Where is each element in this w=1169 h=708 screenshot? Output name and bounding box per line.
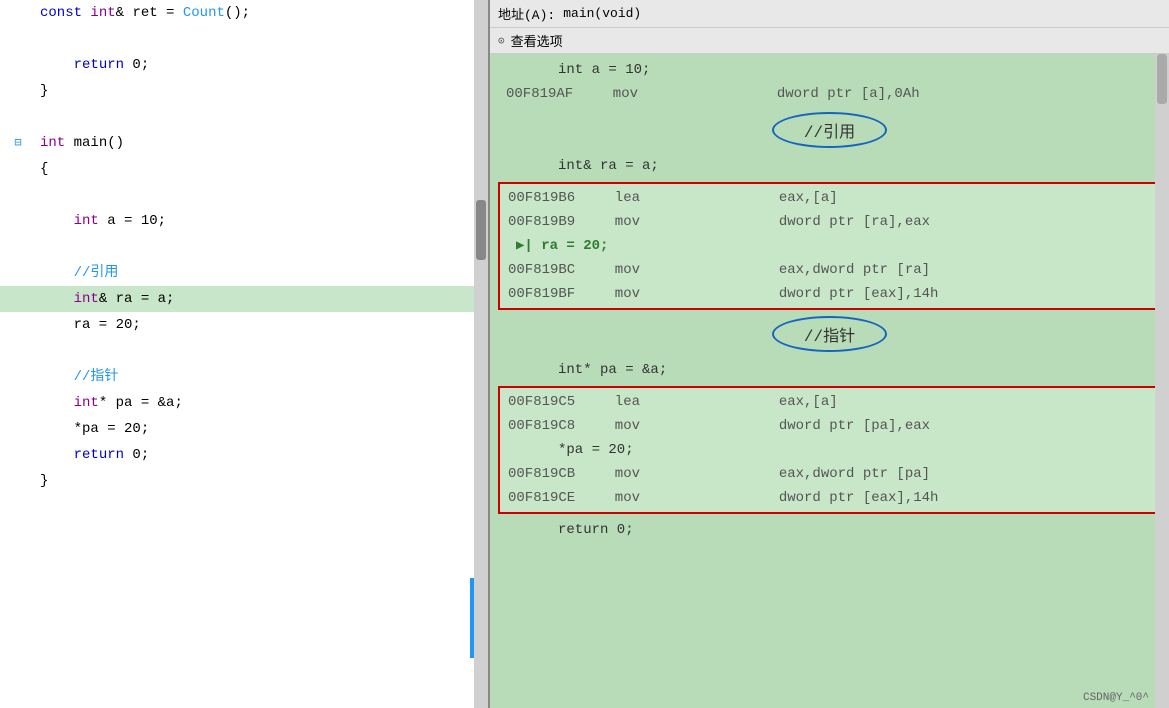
asm-line-f819cb: 00F819CB mov eax,dword ptr [pa]: [504, 462, 1155, 486]
line-content-14: [36, 338, 488, 364]
code-line-15: //指针: [0, 364, 488, 390]
collapse-icon[interactable]: ⊟: [14, 130, 21, 156]
code-line-17: *pa = 20;: [0, 416, 488, 442]
gutter-6: ⊟: [0, 130, 36, 156]
line-content-16: int* pa = &a;: [36, 390, 488, 416]
pointer-annotation: //指针: [772, 316, 887, 352]
blue-oval-pointer: //指针: [498, 316, 1161, 352]
watermark: CSDN@Y_^0^: [1083, 692, 1149, 704]
src-line-a10: int a = 10;: [498, 58, 1161, 82]
code-line-13: ra = 20;: [0, 312, 488, 338]
addr-value: main(void): [563, 6, 641, 21]
line-content-7: {: [36, 156, 488, 182]
src-line-return: return 0;: [498, 518, 1161, 542]
asm-line-f819c5: 00F819C5 lea eax,[a]: [504, 390, 1155, 414]
line-content-2: [36, 26, 488, 52]
asm-line-f819b6: 00F819B6 lea eax,[a]: [504, 186, 1155, 210]
line-content-9: int a = 10;: [36, 208, 488, 234]
src-line-ra-a: int& ra = a;: [498, 154, 1161, 178]
code-line-9: int a = 10;: [0, 208, 488, 234]
line-content-3: return 0;: [36, 52, 488, 78]
source-code-area: const int& ret = Count(); return 0; } ⊟ …: [0, 0, 488, 494]
line-content-4: }: [36, 78, 488, 104]
code-line-3: return 0;: [0, 52, 488, 78]
asm-line-f819c8: 00F819C8 mov dword ptr [pa],eax: [504, 414, 1155, 438]
function-name: Count: [183, 5, 225, 21]
right-panel: 地址(A): main(void) ⊙ 查看选项 int a = 10; 00F…: [490, 0, 1169, 708]
code-line-4: }: [0, 78, 488, 104]
src-line-pa20: *pa = 20;: [504, 438, 1155, 462]
line-content-17: *pa = 20;: [36, 416, 488, 442]
view-options-label[interactable]: 查看选项: [511, 31, 563, 50]
code-line-2: [0, 26, 488, 52]
view-options-bar[interactable]: ⊙ 查看选项: [490, 28, 1169, 54]
arrow-ra-20: ▶| ra = 20;: [504, 234, 1155, 258]
asm-line-f819b9: 00F819B9 mov dword ptr [ra],eax: [504, 210, 1155, 234]
line-content-8: [36, 182, 488, 208]
code-line-16: int* pa = &a;: [0, 390, 488, 416]
right-vscrollbar[interactable]: [1155, 54, 1169, 708]
asm-line-f819bf: 00F819BF mov dword ptr [eax],14h: [504, 282, 1155, 306]
line-content-13: ra = 20;: [36, 312, 488, 338]
red-box-reference: 00F819B6 lea eax,[a] 00F819B9 mov dword …: [498, 182, 1161, 310]
line-content-6: int main(): [36, 130, 488, 156]
code-line-14: [0, 338, 488, 364]
type-keyword: int: [90, 5, 115, 21]
left-panel: const int& ret = Count(); return 0; } ⊟ …: [0, 0, 490, 708]
code-line-8: [0, 182, 488, 208]
code-line-7: {: [0, 156, 488, 182]
asm-line-f819bc: 00F819BC mov eax,dword ptr [ra]: [504, 258, 1155, 282]
addr-label: 地址(A):: [498, 4, 555, 23]
left-vscroll-thumb[interactable]: [476, 200, 486, 260]
right-vscroll-thumb[interactable]: [1157, 54, 1167, 104]
code-line-11: //引用: [0, 260, 488, 286]
code-line-6: ⊟ int main(): [0, 130, 488, 156]
code-line-5: [0, 104, 488, 130]
src-line-pa-a: int* pa = &a;: [498, 358, 1161, 382]
keyword: const: [40, 5, 90, 21]
asm-line-f819af: 00F819AF mov dword ptr [a],0Ah: [498, 82, 1161, 106]
code-line-19: }: [0, 468, 488, 494]
line-content-18: return 0;: [36, 442, 488, 468]
right-content-area: int a = 10; 00F819AF mov dword ptr [a],0…: [490, 54, 1169, 708]
current-line-arrow: ▶| ra = 20;: [508, 234, 608, 258]
address-bar: 地址(A): main(void): [490, 0, 1169, 28]
line-content-11: //引用: [36, 260, 488, 286]
line-content-12: int& ra = a;: [36, 286, 488, 312]
red-box-pointer: 00F819C5 lea eax,[a] 00F819C8 mov dword …: [498, 386, 1161, 514]
reference-annotation: //引用: [772, 112, 887, 148]
line-content-1: const int& ret = Count();: [36, 0, 488, 26]
line-content-19: }: [36, 468, 488, 494]
line-content-15: //指针: [36, 364, 488, 390]
chevron-down-icon: ⊙: [498, 34, 505, 48]
blue-oval-reference: //引用: [498, 112, 1161, 148]
left-vscrollbar[interactable]: [474, 0, 488, 708]
code-line-12: int& ra = a;: [0, 286, 488, 312]
code-line-1: const int& ret = Count();: [0, 0, 488, 26]
code-line-10: [0, 234, 488, 260]
code-line-18: return 0;: [0, 442, 488, 468]
asm-line-f819ce: 00F819CE mov dword ptr [eax],14h: [504, 486, 1155, 510]
line-content-5: [36, 104, 488, 130]
hscroll-indicator: [470, 578, 474, 658]
line-content-10: [36, 234, 488, 260]
